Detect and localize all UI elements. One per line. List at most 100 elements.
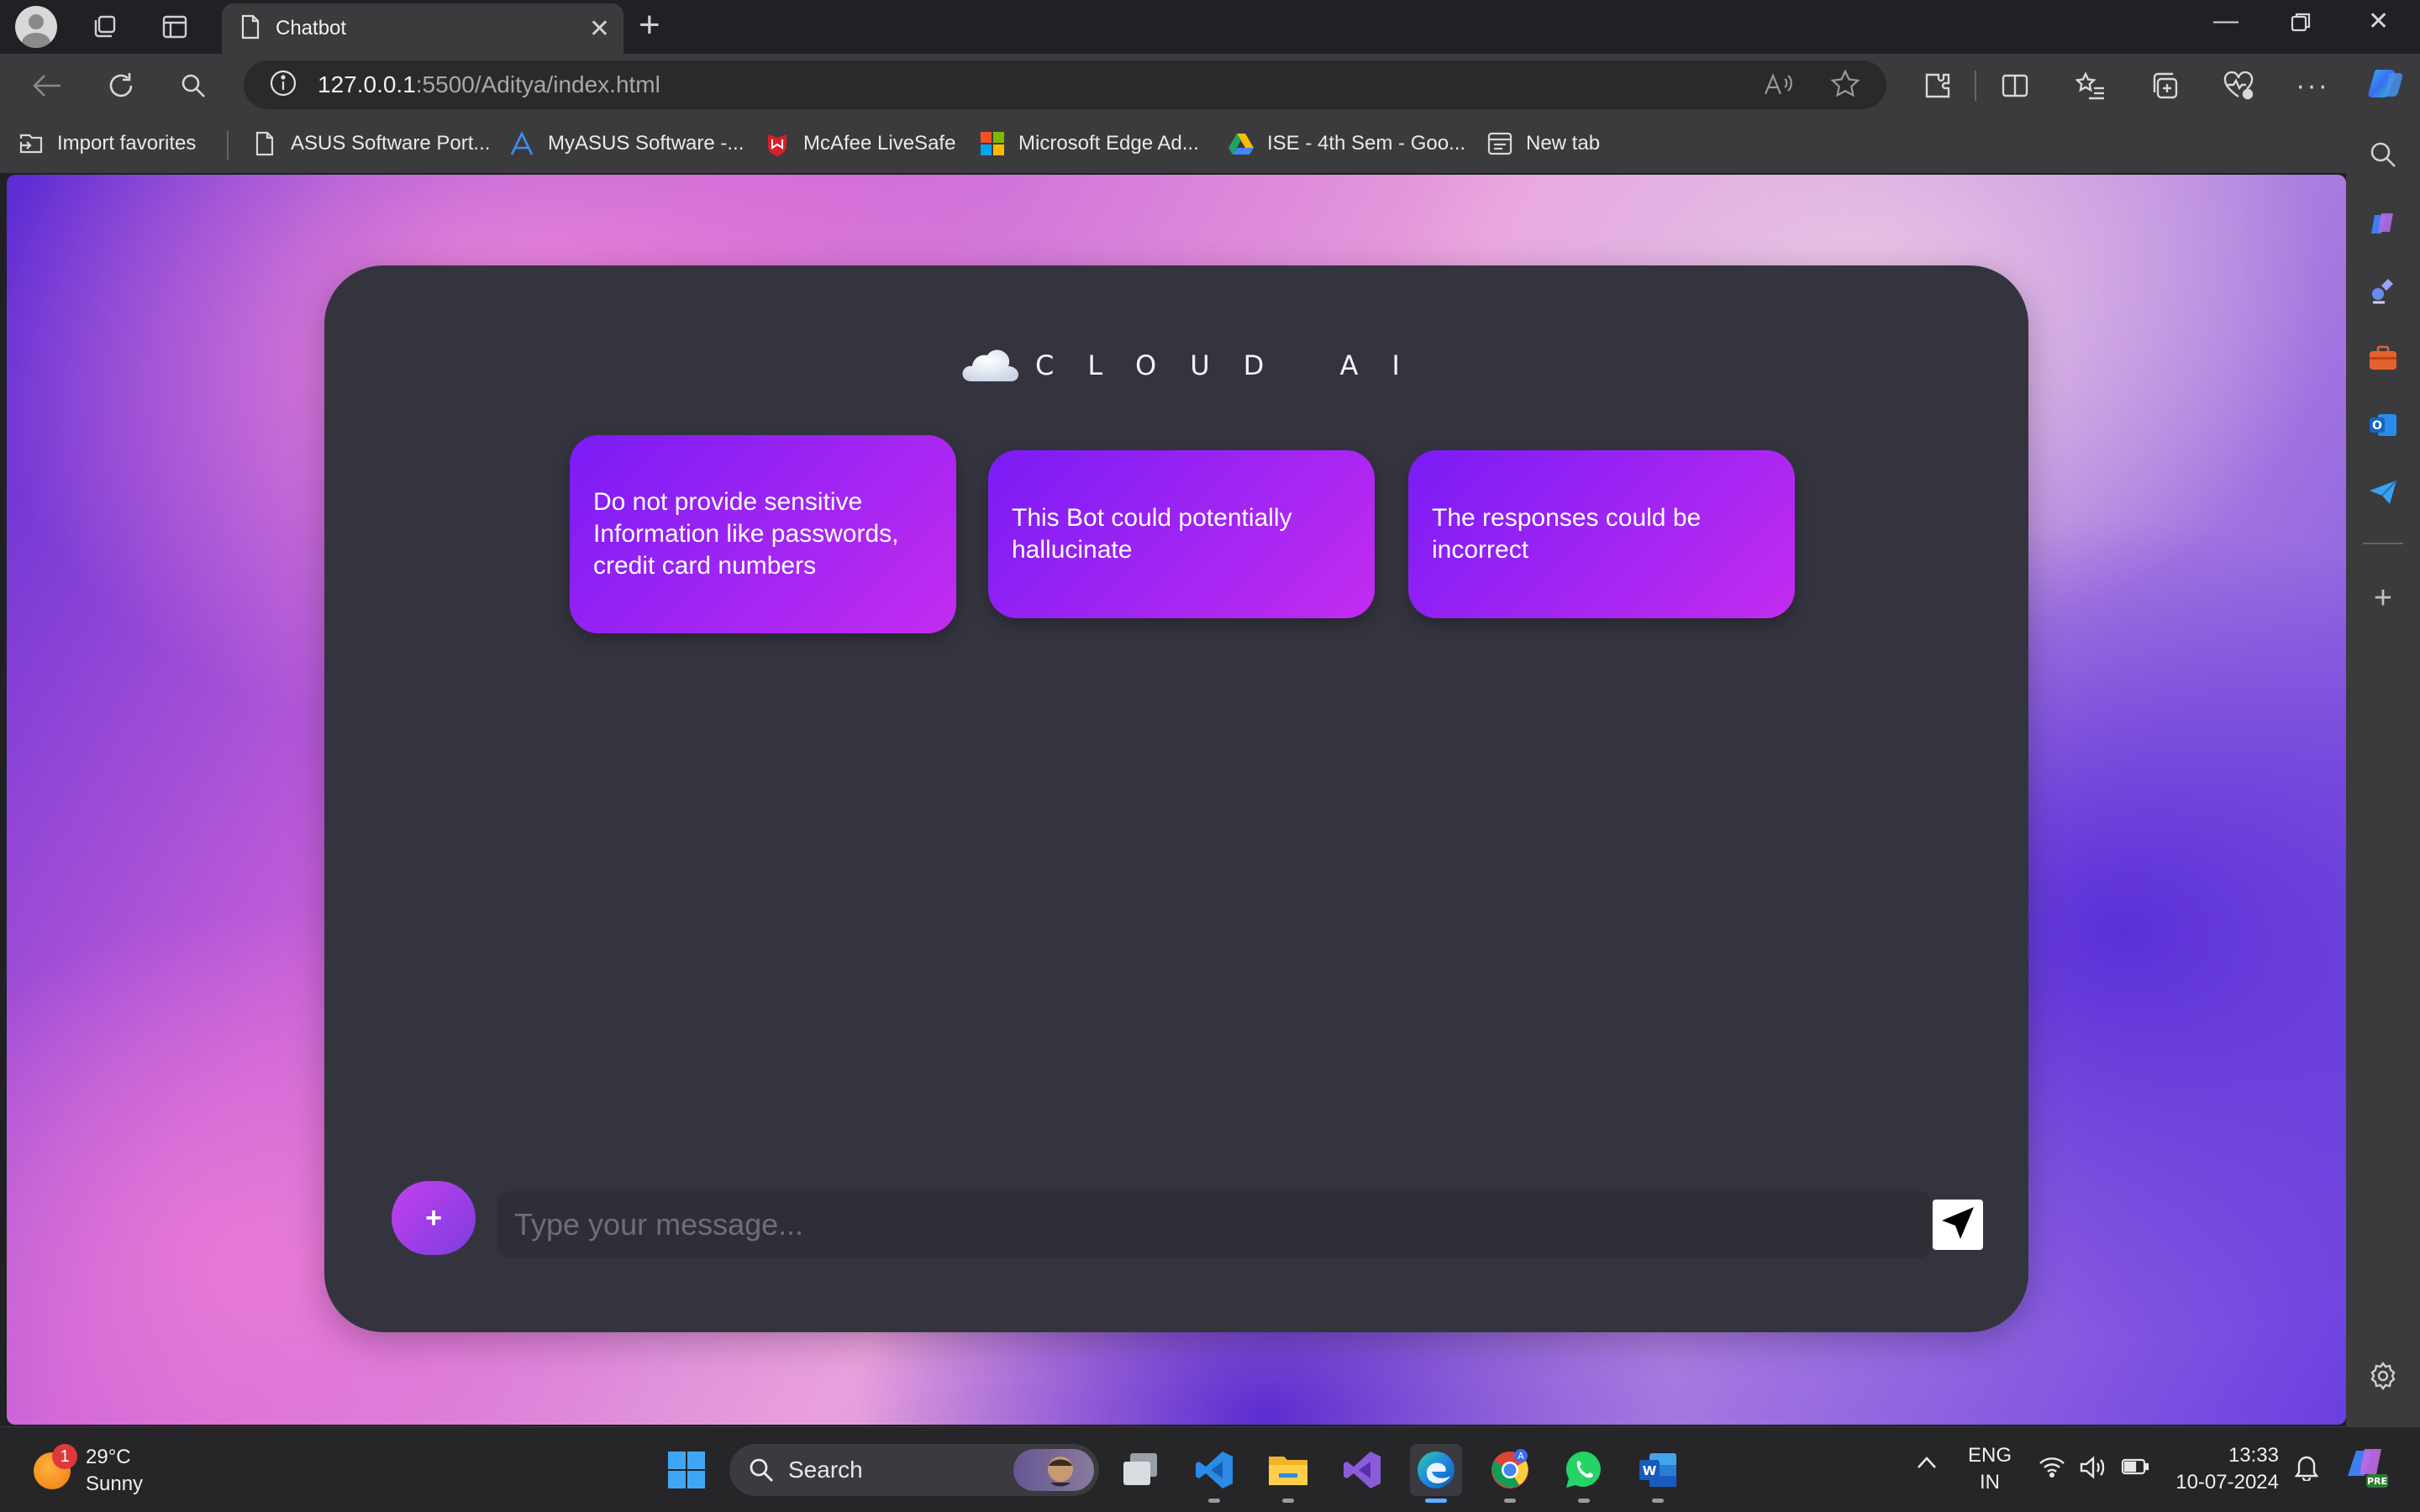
url-text: 127.0.0.1:5500/Aditya/index.html <box>318 71 660 98</box>
notice-text: The responses could be incorrect <box>1432 504 1702 564</box>
edge-browser-icon[interactable] <box>1410 1444 1462 1503</box>
windows-taskbar: 1 29°C Sunny Search A W ENG IN 13:33 10-… <box>0 1426 2420 1512</box>
battery-icon[interactable] <box>2121 1457 2149 1482</box>
svg-text:A: A <box>1518 1451 1524 1462</box>
favorite-label: ASUS Software Port... <box>291 132 491 155</box>
clock-time: 13:33 <box>2228 1444 2279 1467</box>
start-button[interactable] <box>660 1444 713 1496</box>
back-icon[interactable] <box>30 69 64 102</box>
browser-essentials-icon[interactable] <box>2222 69 2255 102</box>
tab-chatbot[interactable]: Chatbot ✕ <box>222 3 623 54</box>
favorite-microsoft-edge[interactable]: Microsoft Edge Ad... <box>980 131 1199 156</box>
close-window-icon[interactable]: ✕ <box>2368 7 2389 36</box>
message-input[interactable] <box>497 1191 1931 1258</box>
page-viewport: CLOUD AI Do not provide sensitive Inform… <box>7 175 2346 1425</box>
sun-icon: 1 <box>34 1444 77 1489</box>
vscode-icon[interactable] <box>1188 1444 1240 1503</box>
favorites-bar: Import favorites ASUS Software Port... M… <box>0 116 2420 173</box>
page-icon <box>252 131 277 156</box>
visual-studio-icon[interactable] <box>1336 1444 1388 1496</box>
running-indicator <box>1504 1499 1516 1503</box>
file-explorer-icon[interactable] <box>1262 1444 1314 1503</box>
language-indicator[interactable]: ENG IN <box>1965 1442 2015 1496</box>
tab-title: Chatbot <box>276 17 347 39</box>
new-tab-button[interactable]: + <box>639 7 660 44</box>
favorite-new-tab[interactable]: New tab <box>1487 131 1600 156</box>
whatsapp-icon[interactable] <box>1558 1444 1610 1503</box>
notice-card-sensitive-info: Do not provide sensitive Information lik… <box>570 435 956 633</box>
copilot-icon[interactable] <box>2366 64 2407 104</box>
chat-container: CLOUD AI Do not provide sensitive Inform… <box>324 265 2028 1332</box>
sidebar-add-icon[interactable]: + <box>2366 580 2400 616</box>
favorite-mcafee[interactable]: McAfee LiveSafe <box>765 131 955 156</box>
tab-actions-icon[interactable] <box>156 8 193 45</box>
sidebar-settings-icon[interactable] <box>2366 1359 2400 1393</box>
attach-button[interactable]: + <box>392 1181 476 1255</box>
notification-bell-icon[interactable] <box>2294 1454 2319 1487</box>
lang-top: ENG <box>1967 1444 2012 1467</box>
word-icon[interactable]: W <box>1632 1444 1684 1503</box>
address-bar[interactable]: 127.0.0.1:5500/Aditya/index.html <box>244 60 1886 109</box>
browser-toolbar: 127.0.0.1:5500/Aditya/index.html ··· <box>0 54 2420 116</box>
url-host: 127.0.0.1 <box>318 71 416 97</box>
favorite-import[interactable]: Import favorites <box>18 131 196 156</box>
sidebar-outlook-icon[interactable]: O <box>2366 408 2400 442</box>
split-screen-icon[interactable] <box>1998 69 2032 102</box>
extensions-icon[interactable] <box>1921 69 1954 102</box>
weather-widget[interactable]: 1 29°C Sunny <box>34 1444 143 1498</box>
notice-card-incorrect: The responses could be incorrect <box>1408 450 1795 618</box>
close-tab-icon[interactable]: ✕ <box>589 14 610 44</box>
wifi-icon[interactable] <box>2039 1456 2065 1483</box>
restore-icon[interactable] <box>2289 10 2312 40</box>
google-drive-icon <box>1228 131 1254 156</box>
more-options-icon[interactable]: ··· <box>2296 69 2329 102</box>
favorites-icon[interactable] <box>2074 69 2107 102</box>
weather-desc: Sunny <box>86 1473 144 1495</box>
site-info-icon[interactable] <box>269 69 297 102</box>
notice-text: Do not provide sensitive Information lik… <box>593 488 899 580</box>
sidebar-copilot-icon[interactable] <box>2366 207 2400 240</box>
clock-date: 10-07-2024 <box>2175 1471 2279 1494</box>
edge-sidebar: O + <box>2346 116 2420 1426</box>
sidebar-divider <box>2363 543 2403 544</box>
sidebar-tools-icon[interactable] <box>2366 341 2400 375</box>
sidebar-games-icon[interactable] <box>2366 274 2400 307</box>
volume-icon[interactable] <box>2079 1456 2106 1485</box>
brand-header: CLOUD AI <box>960 338 1434 392</box>
favorite-label: McAfee LiveSafe <box>803 132 956 155</box>
running-indicator <box>1578 1499 1590 1503</box>
taskbar-search[interactable]: Search <box>729 1444 1099 1496</box>
profile-avatar[interactable] <box>15 6 57 48</box>
notice-card-hallucinate: This Bot could potentially hallucinate <box>988 450 1375 618</box>
task-view-icon[interactable] <box>1114 1444 1166 1496</box>
favorite-label: New tab <box>1526 132 1601 155</box>
toolbar-divider <box>1975 71 1976 101</box>
running-indicator <box>1652 1499 1664 1503</box>
taskbar-search-label: Search <box>788 1457 863 1483</box>
search-icon[interactable] <box>176 69 210 102</box>
mcafee-icon <box>765 131 790 156</box>
system-clock[interactable]: 13:33 10-07-2024 <box>2175 1442 2279 1496</box>
sidebar-send-icon[interactable] <box>2366 475 2400 509</box>
send-button[interactable] <box>1933 1200 1983 1250</box>
refresh-icon[interactable] <box>104 69 138 102</box>
minimize-icon[interactable]: — <box>2213 7 2238 35</box>
favorite-label: MyASUS Software -... <box>548 132 744 155</box>
chrome-icon[interactable]: A <box>1484 1444 1536 1503</box>
copilot-taskbar-icon[interactable]: PRE <box>2344 1446 2390 1497</box>
search-highlight-icon <box>1013 1449 1094 1495</box>
favorites-divider <box>227 131 229 160</box>
url-path: :5500/Aditya/index.html <box>415 71 660 97</box>
microsoft-icon <box>980 131 1005 156</box>
collections-icon[interactable] <box>2148 69 2181 102</box>
import-icon <box>18 131 44 156</box>
workspaces-icon[interactable] <box>86 8 123 45</box>
favorite-star-icon[interactable] <box>1830 69 1860 103</box>
myasus-icon <box>509 131 534 156</box>
read-aloud-icon[interactable] <box>1763 71 1793 103</box>
favorite-myasus[interactable]: MyASUS Software -... <box>509 131 744 156</box>
favorite-ise[interactable]: ISE - 4th Sem - Goo... <box>1228 131 1465 156</box>
sidebar-search-icon[interactable] <box>2366 138 2400 171</box>
show-hidden-icons[interactable] <box>1916 1452 1938 1476</box>
favorite-asus-software[interactable]: ASUS Software Port... <box>252 131 490 156</box>
